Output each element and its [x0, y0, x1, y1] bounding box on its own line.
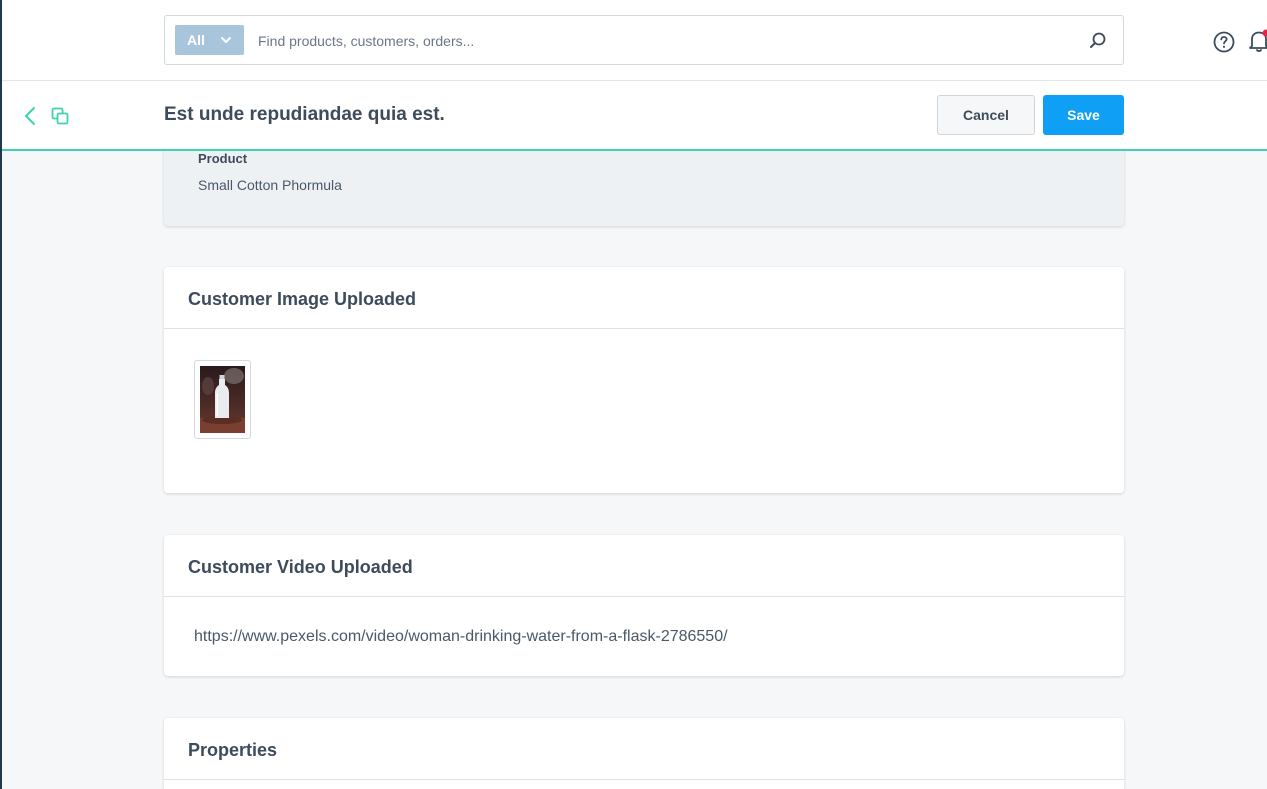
section-title: Properties [188, 740, 278, 760]
customer-image-card: Customer Image Uploaded [164, 267, 1124, 493]
customer-image-thumbnail[interactable] [194, 360, 251, 439]
bell-icon[interactable] [1247, 28, 1267, 54]
card-header: Properties [164, 718, 1124, 780]
card-header: Customer Image Uploaded [164, 267, 1124, 329]
search-scope-dropdown[interactable]: All [175, 25, 244, 55]
properties-card: Properties [164, 718, 1124, 789]
product-label: Product [198, 151, 248, 166]
card-header: Customer Video Uploaded [164, 535, 1124, 597]
search-icon[interactable] [1088, 31, 1108, 51]
page-title: Est unde repudiandae quia est. [164, 104, 445, 125]
help-circle-icon[interactable] [1212, 30, 1236, 54]
page-header: Est unde repudiandae quia est. Cancel Sa… [0, 81, 1267, 151]
section-title: Customer Video Uploaded [188, 557, 413, 577]
bottle-photo [200, 366, 245, 433]
save-button[interactable]: Save [1043, 95, 1124, 135]
product-value: Small Cotton Phormula [198, 177, 342, 193]
search-input[interactable] [258, 30, 1058, 52]
chevron-down-icon [221, 37, 231, 43]
left-edge-border [0, 0, 2, 789]
section-title: Customer Image Uploaded [188, 289, 417, 309]
search-scope-label: All [187, 32, 205, 48]
customer-video-card: Customer Video Uploaded https://www.pexe… [164, 535, 1124, 676]
video-url[interactable]: https://www.pexels.com/video/woman-drink… [194, 628, 728, 646]
chevron-left-icon[interactable] [20, 105, 40, 127]
global-search: All [164, 15, 1124, 65]
copy-icon[interactable] [50, 105, 70, 127]
top-bar: All [0, 0, 1267, 81]
cancel-button[interactable]: Cancel [937, 95, 1035, 135]
